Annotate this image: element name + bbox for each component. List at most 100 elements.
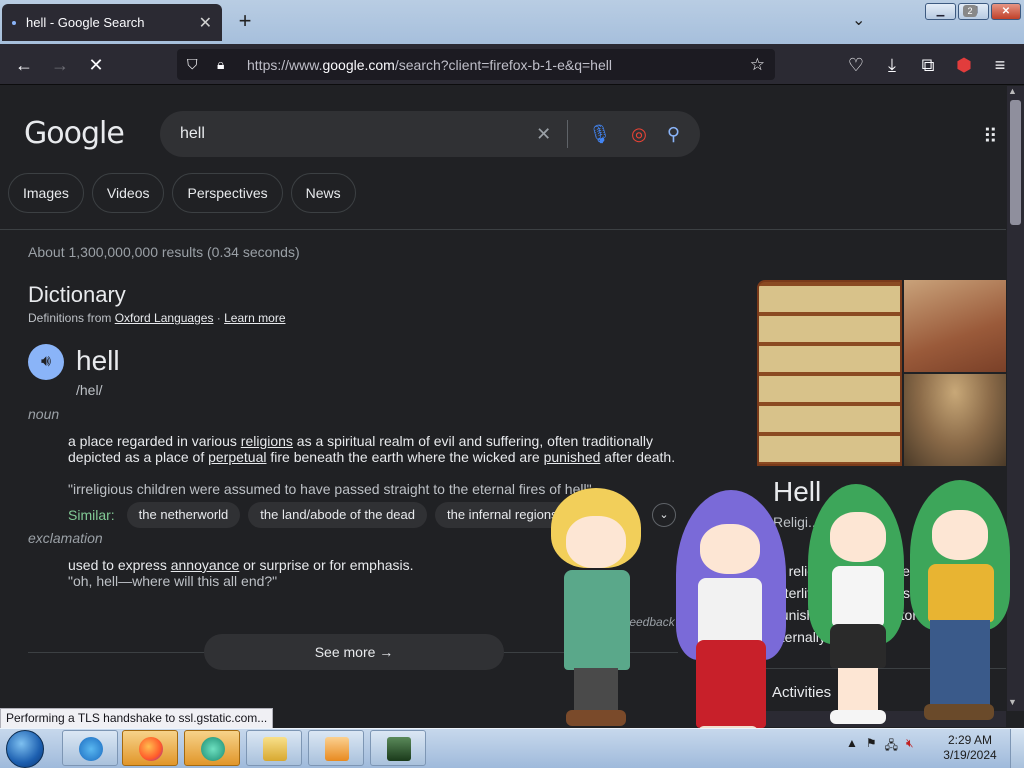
mascot-boots xyxy=(924,704,994,720)
pronunciation-speaker-icon[interactable]: 🔊︎ xyxy=(28,344,64,380)
similar-words: Similar: the netherworld the land/abode … xyxy=(68,502,570,528)
back-arrow-icon[interactable]: ← xyxy=(12,53,36,77)
monitor-icon xyxy=(387,737,411,761)
mascot-hakama xyxy=(696,640,766,728)
taskbar-system-monitor[interactable] xyxy=(370,730,426,766)
mascot-tshirt xyxy=(928,564,994,622)
result-stats: About 1,300,000,000 results (0.34 second… xyxy=(28,244,300,260)
punished-link[interactable]: punished xyxy=(544,449,601,465)
taskbar-app[interactable] xyxy=(184,730,240,766)
window-minimize-button[interactable]: ▁ xyxy=(925,3,956,20)
google-logo[interactable]: Google xyxy=(24,116,125,151)
search-icon[interactable]: ⚲ xyxy=(667,124,680,145)
inferno-map-image[interactable] xyxy=(904,374,1006,466)
source-separator: · xyxy=(213,311,225,325)
see-more-button[interactable]: See more → xyxy=(204,634,504,670)
tab-active[interactable]: hell - Google Search ✕ xyxy=(2,4,222,41)
mascot-face xyxy=(932,510,988,560)
hell-painting-image[interactable] xyxy=(757,280,902,466)
mascot-shoes xyxy=(566,710,626,726)
network-icon[interactable]: 🖧︎ xyxy=(885,736,898,757)
search-divider xyxy=(567,120,569,148)
chip-videos[interactable]: Videos xyxy=(91,173,165,213)
taskbar-firefox[interactable] xyxy=(122,730,178,766)
taskbar-clock[interactable]: 2:29 AM 3/19/2024 xyxy=(938,733,1002,763)
definition-noun: a place regarded in various religions as… xyxy=(68,433,678,465)
dictionary-word: hell xyxy=(76,345,120,376)
mascot-face xyxy=(700,524,760,574)
part-of-speech-noun: noun xyxy=(28,406,60,422)
extensions-puzzle-icon[interactable]: ⧉ xyxy=(916,53,940,77)
chip-perspectives[interactable]: Perspectives xyxy=(172,173,283,213)
part-of-speech-exclamation: exclamation xyxy=(28,530,103,546)
mascot-blouse xyxy=(832,566,884,626)
example-exclamation: "oh, hell—where will this all end?" xyxy=(68,573,278,589)
similar-label: Similar: xyxy=(68,507,115,523)
stop-loading-icon[interactable]: ✕ xyxy=(84,53,108,77)
taskbar-internet-explorer[interactable] xyxy=(62,730,118,766)
show-desktop-button[interactable] xyxy=(1010,729,1024,768)
google-lens-icon[interactable]: ◎ xyxy=(631,124,647,145)
hamburger-menu-icon[interactable]: ≡ xyxy=(988,53,1012,77)
volume-muted-icon[interactable]: 🔇︎ xyxy=(906,736,914,757)
annoyance-link[interactable]: annoyance xyxy=(171,557,240,573)
scroll-up-icon[interactable]: ▲ xyxy=(1008,86,1017,96)
downloads-icon[interactable]: ⤓ xyxy=(880,53,904,77)
mascot-legs xyxy=(838,668,878,712)
search-filter-chips: Images Videos Perspectives News xyxy=(8,173,356,213)
search-input[interactable]: hell xyxy=(180,125,516,143)
mascot-green-hair-girl-right xyxy=(906,480,1016,730)
definition-exclamation: used to express annoyance or surprise or… xyxy=(68,557,414,573)
taskbar-media-player[interactable] xyxy=(308,730,364,766)
synonym-chip[interactable]: the land/abode of the dead xyxy=(248,502,427,528)
navigation-bar: ← → ✕ ⛉ 🔒︎ https://www.google.com/search… xyxy=(0,44,1024,85)
url-text[interactable]: https://www.google.com/search?client=fir… xyxy=(247,57,750,73)
religions-link[interactable]: religions xyxy=(241,433,293,449)
folder-icon xyxy=(263,737,287,761)
clock-date: 3/19/2024 xyxy=(943,748,997,762)
def1-text-a: a place regarded in various xyxy=(68,433,241,449)
new-tab-button[interactable]: + xyxy=(232,8,258,34)
scrollbar-thumb[interactable] xyxy=(1010,100,1021,225)
synonym-chip[interactable]: the netherworld xyxy=(126,502,241,528)
microphone-icon[interactable]: 🎙︎ xyxy=(588,124,611,145)
url-bar[interactable]: ⛉ 🔒︎ https://www.google.com/search?clien… xyxy=(177,49,775,80)
bookmark-star-icon[interactable]: ☆ xyxy=(750,55,765,75)
def1-text-d: after death. xyxy=(600,449,676,465)
ublock-shield-icon[interactable]: ⬢ xyxy=(952,53,976,77)
url-prefix: https://www. xyxy=(247,56,323,73)
chip-news[interactable]: News xyxy=(290,173,356,213)
phonetic-spelling: /hel/ xyxy=(76,382,103,398)
search-box[interactable]: hell ✕ 🎙︎ ◎ ⚲ xyxy=(160,111,700,157)
google-apps-grid-icon[interactable]: ⠿ xyxy=(983,124,998,149)
oxford-languages-link[interactable]: Oxford Languages xyxy=(115,311,214,325)
chip-images[interactable]: Images xyxy=(8,173,84,213)
close-tab-icon[interactable]: ✕ xyxy=(199,13,212,33)
media-player-icon xyxy=(325,737,349,761)
action-center-flag-icon[interactable]: ⚑ xyxy=(866,736,877,757)
clear-search-icon[interactable]: ✕ xyxy=(536,124,551,145)
dictionary-source: Definitions from Oxford Languages · Lear… xyxy=(28,311,286,325)
tracking-shield-icon[interactable]: ⛉ xyxy=(187,56,209,73)
taskbar-file-explorer[interactable] xyxy=(246,730,302,766)
status-bar: Performing a TLS handshake to ssl.gstati… xyxy=(0,708,274,729)
firefox-icon xyxy=(139,737,163,761)
pocket-icon[interactable]: ♡ xyxy=(844,53,868,77)
window-close-button[interactable]: ✕ xyxy=(991,3,1021,20)
learn-more-link[interactable]: Learn more xyxy=(224,311,285,325)
mascot-skirt xyxy=(830,624,886,668)
list-all-tabs-chevron-icon[interactable]: ⌄ xyxy=(852,10,865,30)
start-button-windows-logo-icon[interactable] xyxy=(6,730,44,768)
mascot-shoes xyxy=(830,710,886,724)
hell-fresco-image[interactable] xyxy=(904,280,1006,372)
source-prefix: Definitions from xyxy=(28,311,115,325)
dictionary-title: Dictionary xyxy=(28,282,126,307)
show-hidden-icons-arrow-icon[interactable]: ▲ xyxy=(846,736,858,757)
mascot-dress xyxy=(564,570,630,670)
perpetual-link[interactable]: perpetual xyxy=(208,449,266,465)
def2-text-a: used to express xyxy=(68,557,171,573)
lock-icon[interactable]: 🔒︎ xyxy=(217,56,239,73)
def2-text-b: or surprise or for emphasis. xyxy=(239,557,414,573)
tab-title: hell - Google Search xyxy=(26,15,145,30)
forward-arrow-icon[interactable]: → xyxy=(48,53,72,77)
